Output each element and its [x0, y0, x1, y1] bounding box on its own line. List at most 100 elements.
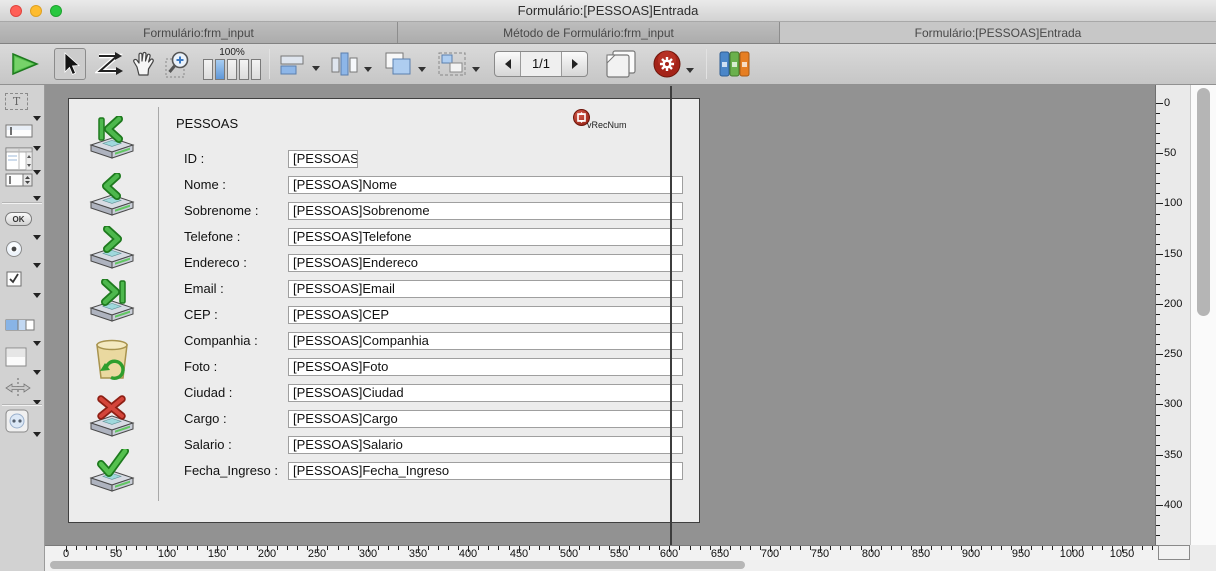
group-button[interactable] — [436, 50, 480, 78]
horizontal-scrollbar-thumb[interactable] — [50, 561, 745, 569]
previous-record-button[interactable] — [85, 173, 139, 221]
library-button[interactable] — [717, 49, 751, 79]
sidebar-splitter-tool[interactable] — [0, 377, 44, 405]
tab-formulario-frm-input[interactable]: Formulário:frm_input — [0, 22, 398, 43]
object-actions-button[interactable] — [652, 49, 694, 79]
run-icon — [10, 52, 40, 76]
vertical-scrollbar[interactable] — [1190, 85, 1216, 545]
field-label-sobrenome[interactable]: Sobrenome : — [184, 202, 258, 220]
sidebar-tabcontrol-tool[interactable] — [0, 318, 44, 346]
field-input-foto[interactable]: [PESSOAS]Foto — [288, 358, 683, 376]
chevron-down-icon[interactable] — [33, 432, 41, 437]
zoom-bar[interactable] — [251, 59, 261, 80]
chevron-down-icon[interactable] — [33, 196, 41, 201]
field-label-endereco[interactable]: Endereco : — [184, 254, 247, 272]
field-label-email[interactable]: Email : — [184, 280, 224, 298]
field-input-salario[interactable]: [PESSOAS]Salario — [288, 436, 683, 454]
hand-tool-button[interactable] — [131, 51, 157, 77]
run-button[interactable] — [10, 52, 40, 76]
sidebar-listbox-tool[interactable] — [0, 147, 44, 175]
ruler-tick — [840, 546, 841, 550]
entry-order-tool-button[interactable] — [95, 51, 123, 77]
zoom-bar-selected[interactable] — [215, 59, 225, 80]
zoom-level-control[interactable]: 100% — [203, 48, 261, 80]
align-icon — [278, 51, 308, 77]
field-label-id[interactable]: ID : — [184, 150, 204, 168]
last-record-button[interactable] — [85, 279, 139, 327]
ruler-tick — [136, 546, 137, 550]
variable-name-label[interactable]: vRecNum — [587, 120, 627, 130]
tab-metodo-formulario[interactable]: Método de Formulário:frm_input — [398, 22, 780, 43]
distribute-button[interactable] — [328, 50, 372, 78]
delete-record-button[interactable] — [85, 336, 139, 384]
sidebar-stepper-tool[interactable] — [0, 173, 44, 201]
field-input-id[interactable]: [PESSOAS — [288, 150, 358, 168]
field-label-cep[interactable]: CEP : — [184, 306, 218, 324]
chevron-down-icon[interactable] — [33, 116, 41, 121]
chevron-down-icon[interactable] — [33, 370, 41, 375]
field-input-cep[interactable]: [PESSOAS]CEP — [288, 306, 683, 324]
ruler-number: 250 — [1164, 348, 1182, 360]
field-label-nome[interactable]: Nome : — [184, 176, 226, 194]
field-label-salario[interactable]: Salario : — [184, 436, 232, 454]
sidebar-plugin-tool[interactable] — [0, 409, 44, 437]
chevron-down-icon[interactable] — [364, 67, 372, 72]
display-pages-button[interactable] — [604, 48, 638, 80]
form-title-text[interactable]: PESSOAS — [176, 116, 238, 131]
next-record-button[interactable] — [85, 226, 139, 274]
field-input-telefone[interactable]: [PESSOAS]Telefone — [288, 228, 683, 246]
form-page[interactable]: PESSOAS ID : [PESSOAS Nome : [PESSOAS]Nome S… — [68, 98, 700, 523]
chevron-down-icon[interactable] — [33, 341, 41, 346]
field-label-cargo[interactable]: Cargo : — [184, 410, 227, 428]
zoom-bar[interactable] — [227, 59, 237, 80]
zoom-window-button[interactable] — [50, 5, 62, 17]
field-input-endereco[interactable]: [PESSOAS]Endereco — [288, 254, 683, 272]
field-label-telefone[interactable]: Telefone : — [184, 228, 240, 246]
align-button[interactable] — [278, 51, 320, 77]
horizontal-scrollbar[interactable] — [45, 560, 1216, 571]
select-tool-button[interactable] — [54, 48, 86, 80]
first-record-button[interactable] — [85, 116, 139, 164]
sidebar-button-tool[interactable]: OK — [0, 212, 44, 240]
chevron-down-icon[interactable] — [33, 263, 41, 268]
field-label-fecha-ingreso[interactable]: Fecha_Ingreso : — [184, 462, 278, 480]
chevron-down-icon[interactable] — [312, 66, 320, 71]
chevron-down-icon[interactable] — [33, 293, 41, 298]
next-page-button[interactable] — [561, 52, 587, 76]
close-button[interactable] — [10, 5, 22, 17]
field-input-nome[interactable]: [PESSOAS]Nome — [288, 176, 683, 194]
form-divider-line[interactable] — [158, 107, 159, 501]
accept-record-button[interactable] — [85, 449, 139, 497]
field-input-companhia[interactable]: [PESSOAS]Companhia — [288, 332, 683, 350]
chevron-down-icon[interactable] — [686, 68, 694, 73]
vertical-scrollbar-thumb[interactable] — [1197, 88, 1210, 316]
form-editor-window: Formulário:[PESSOAS]Entrada Formulário:f… — [0, 0, 1216, 571]
layering-button[interactable] — [382, 50, 426, 78]
form-canvas[interactable]: PESSOAS ID : [PESSOAS Nome : [PESSOAS]Nome S… — [45, 85, 1155, 545]
tab-formulario-pessoas-entrada[interactable]: Formulário:[PESSOAS]Entrada — [780, 22, 1216, 43]
field-label-foto[interactable]: Foto : — [184, 358, 217, 376]
field-input-email[interactable]: [PESSOAS]Email — [288, 280, 683, 298]
sidebar-checkbox-tool[interactable] — [0, 270, 44, 298]
ruler-tick — [1156, 334, 1160, 335]
sidebar-radio-tool[interactable] — [0, 240, 44, 268]
page-navigator: 1/1 — [494, 51, 588, 77]
minimize-button[interactable] — [30, 5, 42, 17]
field-input-ciudad[interactable]: [PESSOAS]Ciudad — [288, 384, 683, 402]
previous-page-button[interactable] — [495, 52, 521, 76]
sidebar-text-tool[interactable]: T — [0, 93, 44, 121]
cancel-record-button[interactable] — [85, 394, 139, 442]
chevron-down-icon[interactable] — [418, 67, 426, 72]
field-input-fecha-ingreso[interactable]: [PESSOAS]Fecha_Ingreso — [288, 462, 683, 480]
sidebar-rectangle-tool[interactable] — [0, 347, 44, 375]
field-input-sobrenome[interactable]: [PESSOAS]Sobrenome — [288, 202, 683, 220]
chevron-down-icon[interactable] — [472, 67, 480, 72]
field-label-companhia[interactable]: Companhia : — [184, 332, 258, 350]
field-label-ciudad[interactable]: Ciudad : — [184, 384, 232, 402]
field-input-cargo[interactable]: [PESSOAS]Cargo — [288, 410, 683, 428]
zoom-tool-button[interactable] — [165, 50, 193, 78]
zoom-bar[interactable] — [239, 59, 249, 80]
palette-separator — [2, 405, 42, 406]
zoom-bar[interactable] — [203, 59, 213, 80]
ruler-number: 100 — [158, 548, 176, 560]
